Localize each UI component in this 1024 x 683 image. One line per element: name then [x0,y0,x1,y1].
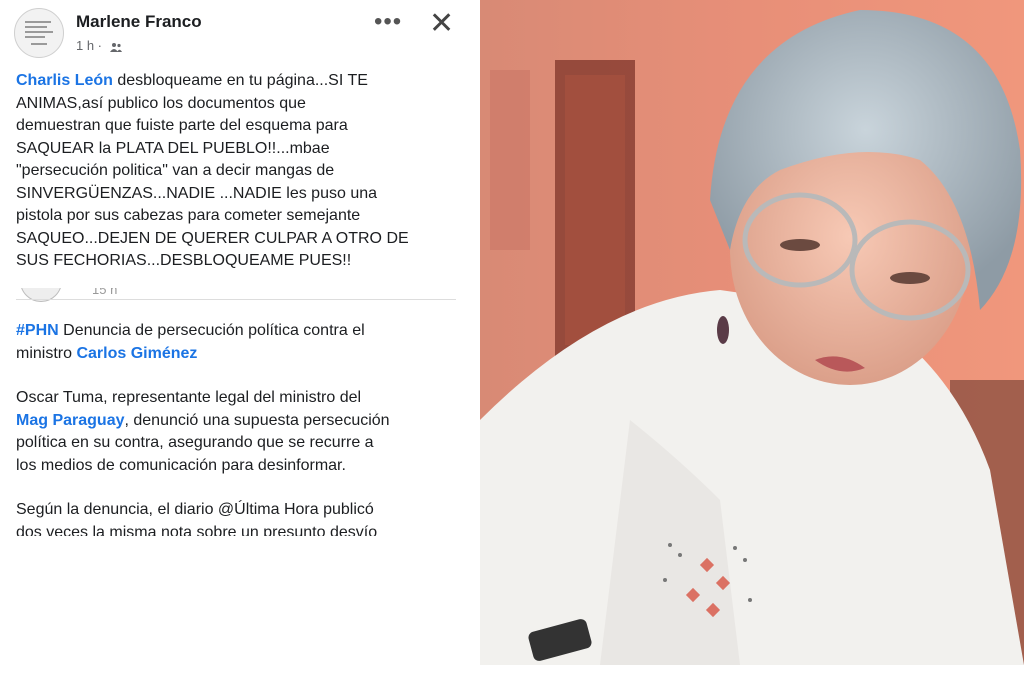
post-header: Marlene Franco 1 h · ••• ✕ [14,6,459,58]
facebook-post-screenshot: Marlene Franco 1 h · ••• ✕ Charlis León … [0,0,470,683]
post-time[interactable]: 1 h · [76,38,102,53]
mention-link[interactable]: Charlis León [16,72,113,89]
shared-line: #PHN Denuncia de persecución política co… [16,322,365,339]
shared-line: ministro Carlos Giménez [16,344,198,362]
post-line: SAQUEAR la PLATA DEL PUEBLO!!...mbae [16,139,330,157]
shared-line: Según la denuncia, el diario @Última Hor… [16,501,374,518]
close-icon[interactable]: ✕ [429,6,454,41]
hashtag-link[interactable]: #PHN [16,322,59,339]
friends-icon [109,42,122,52]
post-line: SUS FECHORIAS...DESBLOQUEAME PUES!! [16,252,352,269]
post-text: Charlis León desbloqueame en tu página..… [16,70,456,273]
post-line: SAQUEO...DEJEN DE QUERER CULPAR A OTRO D… [16,229,409,247]
post-line: SINVERGÜENZAS...NADIE ...NADIE les puso … [16,184,378,202]
shared-line: los medios de comunicación para desinfor… [16,456,346,474]
shared-time: 15 h [92,288,118,297]
post-line: "persecución politica" van a decir manga… [16,162,335,179]
shared-post-text: #PHN Denuncia de persecución política co… [16,320,456,536]
post-line: demuestran que fuiste parte del esquema … [16,117,348,134]
shared-line: Mag Paraguay, denunció una supuesta pers… [16,411,390,429]
shared-line: Oscar Tuma, representante legal del mini… [16,389,362,406]
shared-line: política en su contra, asegurando que se… [16,434,374,451]
mag-paraguay-link[interactable]: Mag Paraguay [16,412,124,429]
minister-link[interactable]: Carlos Giménez [76,345,197,362]
shared-line-cut: dos veces la misma nota sobre un presunt… [16,523,378,536]
more-icon[interactable]: ••• [374,8,402,36]
portrait-illustration [480,0,1024,665]
author-avatar[interactable] [14,8,64,58]
post-line: ANIMAS,así publico los documentos que [16,94,306,112]
post-meta: 1 h · [76,38,122,53]
post-line: pistola por sus cabezas para cometer sem… [16,207,361,224]
divider [16,299,456,300]
post-line: Charlis León desbloqueame en tu página..… [16,72,368,89]
author-name[interactable]: Marlene Franco [76,12,202,32]
portrait-photo [480,0,1024,665]
